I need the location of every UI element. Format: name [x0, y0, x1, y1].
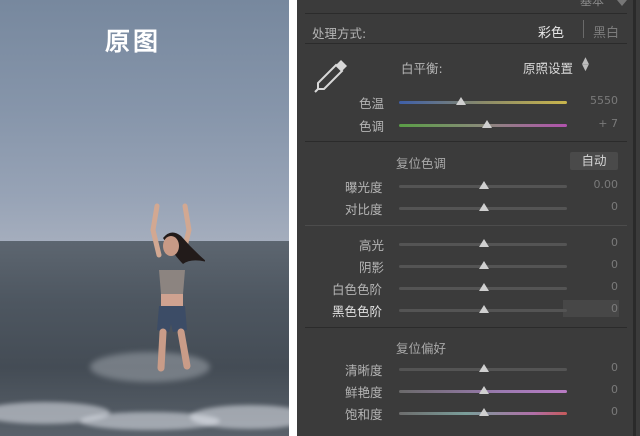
collapse-arrow-icon[interactable]	[617, 0, 627, 6]
highlights-label: 高光	[359, 238, 385, 253]
blacks-slider-thumb[interactable]	[479, 305, 489, 313]
exposure-label: 曝光度	[345, 180, 383, 195]
blacks-value[interactable]: 0	[578, 302, 618, 315]
updown-arrows-icon[interactable]: ▲ ▼	[582, 57, 589, 73]
exposure-value[interactable]: 0.00	[578, 178, 619, 191]
section-divider	[305, 141, 627, 142]
treatment-bw-option[interactable]: 黑白	[593, 22, 619, 41]
section-divider	[305, 43, 627, 44]
original-photo: 原图	[0, 0, 289, 436]
clarity-value[interactable]: 0	[578, 361, 618, 374]
treatment-label: 处理方式:	[312, 26, 367, 41]
clarity-slider-thumb[interactable]	[479, 364, 489, 372]
develop-panel: 基本 处理方式: 彩色 黑白 白平衡: 原照设置 ▲ ▼ 色温 5550 色调 +…	[297, 0, 640, 436]
treatment-color-option[interactable]: 彩色	[538, 22, 564, 41]
highlights-value[interactable]: 0	[578, 236, 618, 249]
dancer-figure	[150, 203, 205, 372]
vibrance-value[interactable]: 0	[578, 383, 618, 396]
temp-label: 色温	[359, 96, 385, 111]
temp-slider[interactable]	[399, 101, 567, 104]
clarity-label: 清晰度	[345, 363, 383, 378]
whites-slider-thumb[interactable]	[479, 283, 489, 291]
eyedropper-icon[interactable]	[311, 56, 351, 96]
shadows-slider-thumb[interactable]	[479, 261, 489, 269]
tint-label: 色调	[359, 119, 385, 134]
reset-tone-button[interactable]: 复位色调	[396, 153, 446, 172]
treatment-separator	[583, 20, 584, 38]
vibrance-slider-thumb[interactable]	[479, 386, 489, 394]
contrast-label: 对比度	[345, 202, 383, 217]
vibrance-label: 鲜艳度	[345, 385, 383, 400]
photo-title: 原图	[105, 27, 162, 56]
highlights-slider-thumb[interactable]	[479, 239, 489, 247]
section-divider	[305, 225, 627, 226]
section-divider	[305, 327, 627, 328]
saturation-value[interactable]: 0	[578, 405, 618, 418]
saturation-slider-thumb[interactable]	[479, 408, 489, 416]
white-balance-label: 白平衡:	[401, 61, 443, 76]
temp-value[interactable]: 5550	[578, 94, 618, 107]
whites-value[interactable]: 0	[578, 280, 618, 293]
temp-slider-thumb[interactable]	[456, 97, 466, 105]
whites-label: 白色色阶	[332, 282, 383, 297]
tint-value[interactable]: + 7	[578, 117, 618, 130]
divider	[289, 0, 297, 436]
exposure-slider-thumb[interactable]	[479, 181, 489, 189]
shadows-value[interactable]: 0	[578, 258, 618, 271]
blacks-label: 黑色色阶	[332, 304, 383, 319]
saturation-label: 饱和度	[345, 407, 383, 422]
tint-slider-thumb[interactable]	[482, 120, 492, 128]
contrast-slider-thumb[interactable]	[479, 203, 489, 211]
white-balance-select[interactable]: 原照设置	[523, 58, 573, 77]
section-divider	[305, 13, 627, 14]
panel-header[interactable]: 基本	[580, 0, 604, 9]
reset-presence-button[interactable]: 复位偏好	[396, 338, 446, 357]
auto-tone-button[interactable]: 自动	[570, 152, 618, 170]
contrast-value[interactable]: 0	[578, 200, 618, 213]
shadows-label: 阴影	[359, 260, 385, 275]
